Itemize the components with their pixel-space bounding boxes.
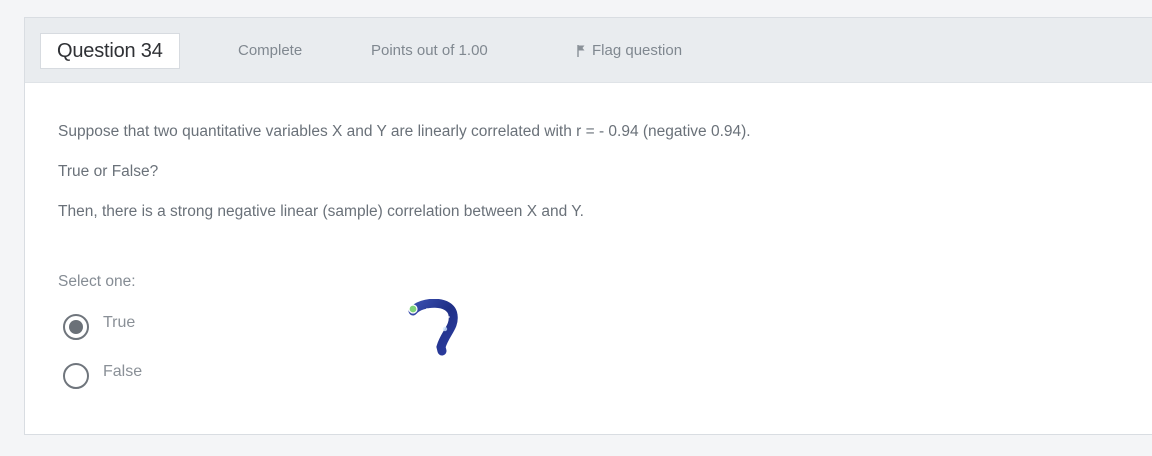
answer-option-true-label: True <box>103 314 136 331</box>
flag-icon <box>576 44 586 58</box>
question-mark-cursor-icon <box>405 298 465 359</box>
flag-question-label: Flag question <box>592 42 683 59</box>
select-one-label: Select one: <box>58 273 136 290</box>
question-status: Complete <box>238 42 303 59</box>
question-prompt: True or False? <box>58 163 159 180</box>
radio-false[interactable] <box>63 363 89 389</box>
question-header: Question 34 Complete Points out of 1.00 … <box>25 18 1152 83</box>
question-statement: Suppose that two quantitative variables … <box>58 123 751 140</box>
question-card: Question 34 Complete Points out of 1.00 … <box>24 17 1152 435</box>
answer-option-false-label: False <box>103 363 143 380</box>
question-text: Suppose that two quantitative variables … <box>58 118 1138 242</box>
question-claim: Then, there is a strong negative linear … <box>58 203 584 220</box>
radio-true[interactable] <box>63 314 89 340</box>
answer-option-true[interactable]: True <box>63 314 135 340</box>
question-number: Question 34 <box>40 33 180 69</box>
question-points: Points out of 1.00 <box>371 42 488 59</box>
flag-question-link[interactable]: Flag question <box>576 42 682 59</box>
answer-option-false[interactable]: False <box>63 363 142 389</box>
